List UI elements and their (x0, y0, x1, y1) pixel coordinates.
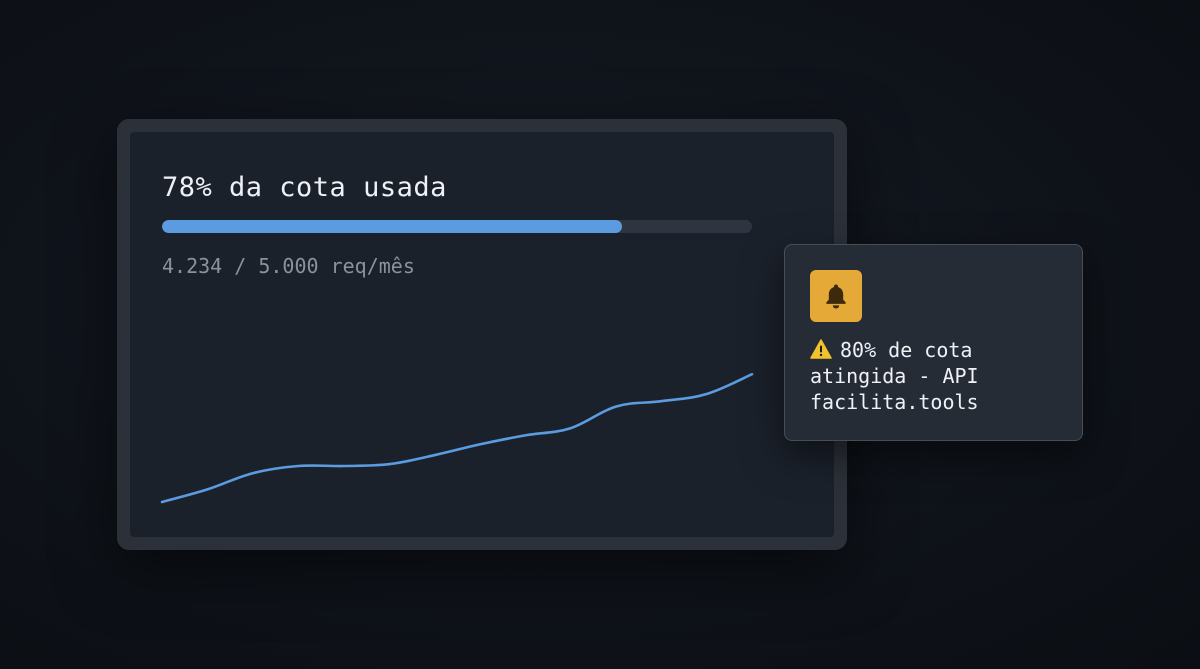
quota-alert-notification[interactable]: 80% de cota atingida - API facilita.tool… (784, 244, 1083, 441)
quota-window: 78% da cota usada 4.234 / 5.000 req/mês (117, 119, 847, 550)
warning-icon (810, 339, 832, 359)
quota-panel: 78% da cota usada 4.234 / 5.000 req/mês (130, 132, 834, 537)
notification-message-block: 80% de cota atingida - API facilita.tool… (810, 337, 1070, 415)
usage-series-line (160, 372, 754, 504)
bell-badge (810, 270, 862, 322)
usage-line-chart (160, 372, 754, 504)
notification-message: 80% de cota atingida - API facilita.tool… (810, 338, 979, 414)
bell-icon (826, 284, 846, 309)
